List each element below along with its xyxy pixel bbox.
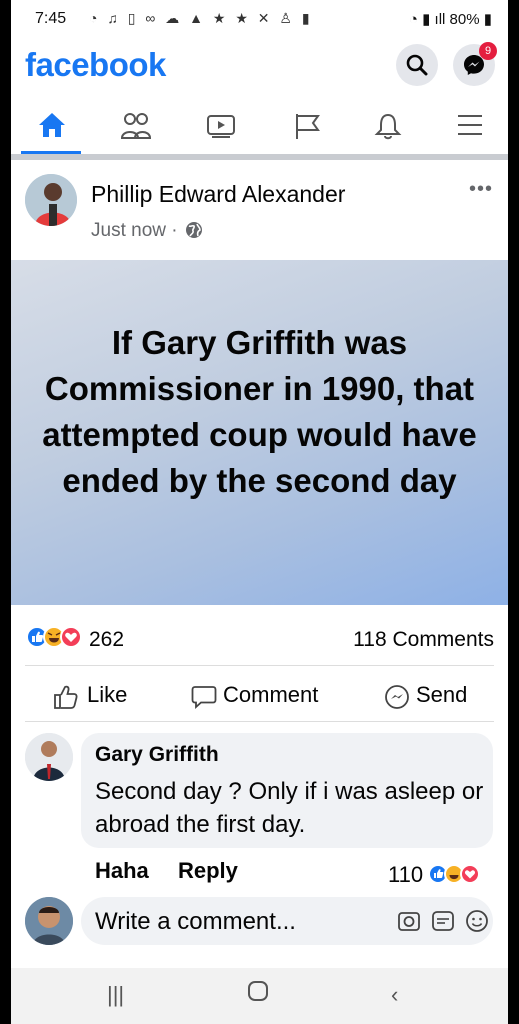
camera-icon[interactable] bbox=[397, 909, 421, 933]
comment-label: Comment bbox=[223, 682, 319, 707]
star-icon: ★ bbox=[212, 10, 229, 26]
person-icon: ♙ bbox=[279, 10, 295, 26]
friends-icon bbox=[121, 113, 151, 139]
missed-call-icon: ✕ bbox=[257, 10, 273, 26]
messenger-badge: 9 bbox=[479, 42, 497, 60]
post-text-banner: If Gary Griffith was Commissioner in 199… bbox=[11, 260, 508, 605]
tab-home[interactable] bbox=[21, 104, 81, 154]
post-time: Just now · bbox=[91, 220, 178, 241]
notification-icon: ▲ bbox=[189, 10, 206, 26]
more-options-icon[interactable]: ••• bbox=[469, 178, 493, 201]
search-button[interactable] bbox=[396, 44, 438, 86]
flag-icon bbox=[296, 114, 320, 139]
tab-pages[interactable] bbox=[275, 104, 335, 148]
comment-reply-button[interactable]: Reply bbox=[178, 858, 238, 884]
tab-friends[interactable] bbox=[104, 104, 164, 148]
comment-reaction-count[interactable]: 110 bbox=[388, 858, 491, 888]
comment-reaction-number: 110 bbox=[388, 862, 424, 887]
divider bbox=[25, 721, 494, 722]
hamburger-menu-icon bbox=[458, 115, 482, 135]
love-reaction-icon bbox=[60, 626, 82, 648]
recent-apps-icon[interactable]: ||| bbox=[107, 982, 124, 1008]
comment-input-placeholder: Write a comment... bbox=[95, 908, 296, 935]
current-user-avatar bbox=[25, 897, 73, 945]
tab-notifications[interactable] bbox=[357, 104, 417, 148]
status-right: ◔ ▮ ıll 80% ▮ bbox=[409, 10, 492, 28]
thumbs-up-icon bbox=[54, 685, 78, 709]
battery-icon: ▮ bbox=[483, 11, 492, 28]
post-banner-text: If Gary Griffith was Commissioner in 199… bbox=[42, 324, 477, 499]
app-header: facebook 9 bbox=[11, 40, 508, 96]
comment-author[interactable]: Gary Griffith bbox=[95, 743, 219, 767]
like-label: Like bbox=[87, 682, 128, 707]
commenter-avatar[interactable] bbox=[25, 733, 73, 781]
feed-separator bbox=[11, 154, 508, 160]
reaction-icons bbox=[26, 626, 82, 648]
star-icon: ★ bbox=[235, 10, 251, 26]
signal-icon: ◔ ▮ ıll bbox=[408, 11, 450, 28]
status-icons: ◔ ♫ ▯ ∞ ☁ ▲ ★ ★ ✕ ♙ ▮ bbox=[89, 10, 313, 27]
battery-level: 80% bbox=[449, 11, 480, 28]
post-reaction-count[interactable]: 262 bbox=[89, 628, 124, 652]
tab-menu[interactable] bbox=[439, 104, 499, 148]
comment-haha-button[interactable]: Haha bbox=[95, 858, 149, 884]
back-icon[interactable]: ‹ bbox=[391, 982, 398, 1008]
person-avatar-icon bbox=[25, 174, 77, 226]
divider bbox=[25, 665, 494, 666]
status-bar: 7:45 ◔ ♫ ▯ ∞ ☁ ▲ ★ ★ ✕ ♙ ▮ ◔ ▮ ıll 80% ▮ bbox=[11, 0, 508, 40]
battery-saver-icon: ▮ bbox=[301, 10, 313, 26]
comment-bubble-icon bbox=[191, 686, 217, 710]
post-comments-count[interactable]: 118 Comments bbox=[353, 628, 494, 652]
messenger-send-icon bbox=[385, 685, 409, 709]
facebook-logo[interactable]: facebook bbox=[25, 46, 166, 84]
person-avatar-icon bbox=[25, 733, 73, 781]
voicemail-icon: ∞ bbox=[145, 10, 159, 26]
bell-icon bbox=[374, 113, 402, 140]
system-nav-bar: ||| ‹ bbox=[11, 968, 508, 1024]
music-icon: ♫ bbox=[107, 10, 121, 26]
post-author-avatar[interactable] bbox=[25, 174, 77, 226]
sim-icon: ▯ bbox=[127, 10, 139, 26]
post-author-name[interactable]: Phillip Edward Alexander bbox=[91, 181, 345, 208]
comment-text: Second day ? Only if i was asleep or abr… bbox=[95, 778, 484, 838]
tab-watch[interactable] bbox=[189, 104, 249, 148]
love-reaction-icon bbox=[460, 864, 481, 884]
gif-icon[interactable] bbox=[431, 909, 455, 933]
status-time: 7:45 bbox=[35, 10, 67, 27]
post-reactions[interactable] bbox=[25, 624, 87, 654]
comment-input[interactable]: Write a comment... bbox=[81, 897, 493, 945]
post-timestamp: Just now · bbox=[91, 218, 202, 242]
cloud-icon: ☁ bbox=[165, 10, 183, 26]
wifi-icon: ◔ bbox=[89, 10, 101, 26]
comment-reaction-icons bbox=[428, 864, 481, 884]
home-nav-icon[interactable] bbox=[247, 980, 269, 1008]
app-frame: 7:45 ◔ ♫ ▯ ∞ ☁ ▲ ★ ★ ✕ ♙ ▮ ◔ ▮ ıll 80% ▮… bbox=[11, 0, 508, 1024]
send-label: Send bbox=[416, 682, 468, 707]
tab-bar bbox=[11, 96, 508, 155]
emoji-icon[interactable] bbox=[465, 909, 489, 933]
comment-bubble: Gary Griffith Second day ? Only if i was… bbox=[81, 733, 493, 848]
globe-icon bbox=[185, 222, 202, 238]
home-icon bbox=[39, 113, 65, 137]
search-icon bbox=[406, 54, 428, 76]
watch-icon bbox=[207, 115, 235, 138]
messenger-button[interactable]: 9 bbox=[453, 42, 497, 86]
person-avatar-icon bbox=[25, 897, 73, 945]
